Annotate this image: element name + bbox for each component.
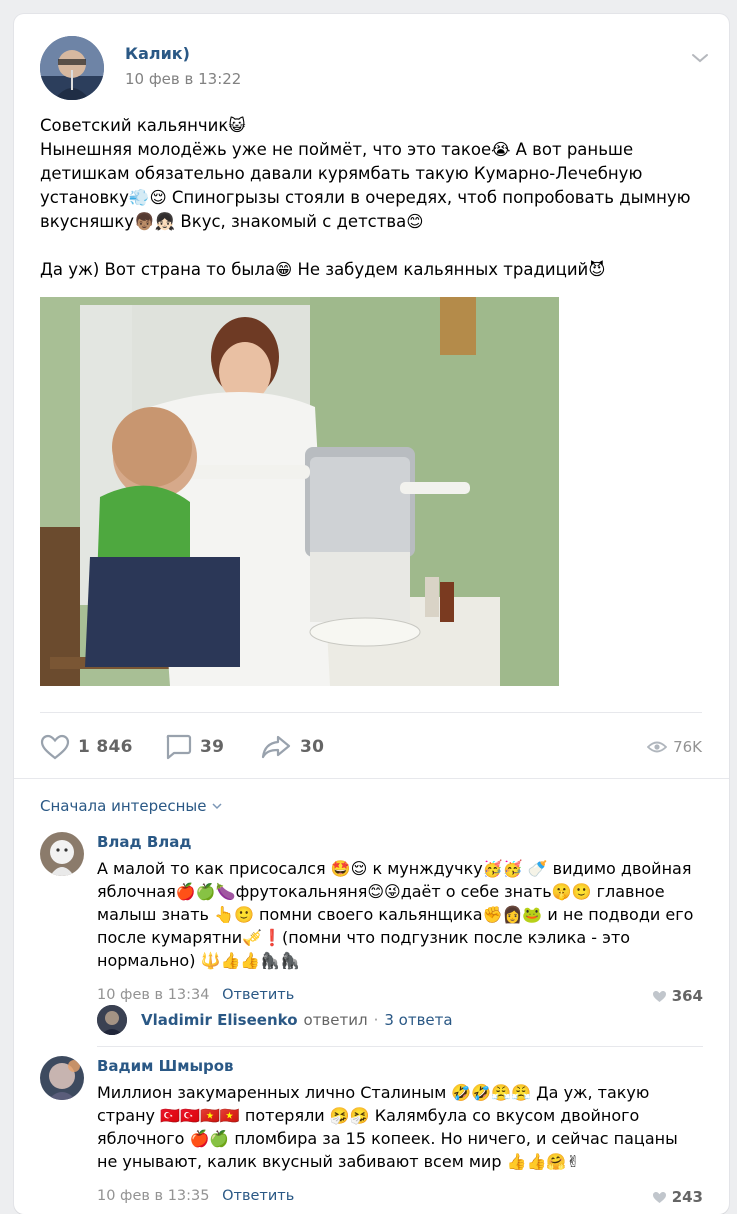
author-avatar[interactable] bbox=[40, 36, 104, 100]
reply-button[interactable]: Ответить bbox=[222, 987, 294, 1003]
comment-date[interactable]: 10 фев в 13:34 bbox=[97, 987, 209, 1003]
eye-icon bbox=[647, 741, 668, 753]
reply-author[interactable]: Vladimir Eliseenko bbox=[141, 1011, 298, 1029]
post-text: Советский кальянчик😺 Нынешняя молодёжь у… bbox=[40, 114, 705, 282]
chevron-down-icon[interactable] bbox=[690, 50, 710, 66]
comment-like-count: 243 bbox=[671, 1188, 703, 1206]
comment-text: Миллион закумаренных лично Сталиным 🤣🤣😤😤… bbox=[97, 1083, 678, 1171]
comments-sort-dropdown[interactable]: Сначала интересные bbox=[40, 797, 223, 815]
comment-button[interactable]: 39 bbox=[164, 732, 224, 762]
comment-meta: 10 фев в 13:34 Ответить bbox=[97, 987, 294, 1003]
post-header: Калик) 10 фев в 13:22 bbox=[40, 36, 710, 102]
share-count: 30 bbox=[300, 737, 325, 757]
chevron-down-icon bbox=[212, 802, 223, 809]
comment-icon bbox=[166, 734, 192, 760]
post-photo[interactable] bbox=[40, 297, 559, 686]
reply-action: ответил bbox=[303, 1011, 368, 1029]
comment-count: 39 bbox=[200, 737, 225, 757]
post-actions: 1 846 39 30 76K bbox=[40, 732, 702, 762]
post-text-line: Советский кальянчик😺 bbox=[40, 116, 246, 135]
like-button[interactable]: 1 846 bbox=[40, 732, 133, 762]
sort-label: Сначала интересные bbox=[40, 797, 207, 815]
post-author[interactable]: Калик) bbox=[125, 44, 190, 63]
comment-like-button[interactable]: 243 bbox=[652, 1188, 703, 1206]
post-date[interactable]: 10 фев в 13:22 bbox=[125, 70, 241, 88]
post-text-line: Нынешняя молодёжь уже не поймёт, что это… bbox=[40, 140, 691, 231]
comment-author[interactable]: Вадим Шмыров bbox=[97, 1057, 234, 1075]
reply-avatar[interactable] bbox=[97, 1005, 127, 1035]
heart-icon bbox=[652, 990, 666, 1002]
heart-icon bbox=[652, 1191, 666, 1203]
views-counter: 76K bbox=[647, 732, 702, 762]
comment-text: А малой то как присосался 🤩😌 к мунждучку… bbox=[97, 859, 694, 970]
replies-summary[interactable]: Vladimir Eliseenko ответил · 3 ответа bbox=[97, 1003, 702, 1037]
comment-meta: 10 фев в 13:35 Ответить bbox=[97, 1188, 294, 1204]
reply-button[interactable]: Ответить bbox=[222, 1188, 294, 1204]
comment-date[interactable]: 10 фев в 13:35 bbox=[97, 1188, 209, 1204]
section-divider bbox=[14, 778, 729, 779]
comment-avatar[interactable] bbox=[40, 1056, 84, 1100]
comment: Влад Влад А малой то как присосался 🤩😌 к… bbox=[40, 832, 705, 1005]
share-button[interactable]: 30 bbox=[260, 732, 324, 762]
post-card: Калик) 10 фев в 13:22 Советский кальянчи… bbox=[14, 14, 729, 1214]
views-count: 76K bbox=[673, 738, 702, 756]
share-icon bbox=[261, 735, 291, 759]
comment: Вадим Шмыров Миллион закумаренных лично … bbox=[40, 1056, 705, 1206]
heart-icon bbox=[40, 734, 70, 760]
reply-count[interactable]: 3 ответа bbox=[384, 1011, 452, 1029]
post-divider bbox=[40, 712, 702, 713]
comment-avatar[interactable] bbox=[40, 832, 84, 876]
post-text-line: Да уж) Вот страна то была😁 Не забудем ка… bbox=[40, 260, 606, 279]
like-count: 1 846 bbox=[78, 737, 133, 757]
comment-divider bbox=[97, 1046, 703, 1047]
reply-dot: · bbox=[373, 1011, 379, 1029]
comment-author[interactable]: Влад Влад bbox=[97, 833, 192, 851]
